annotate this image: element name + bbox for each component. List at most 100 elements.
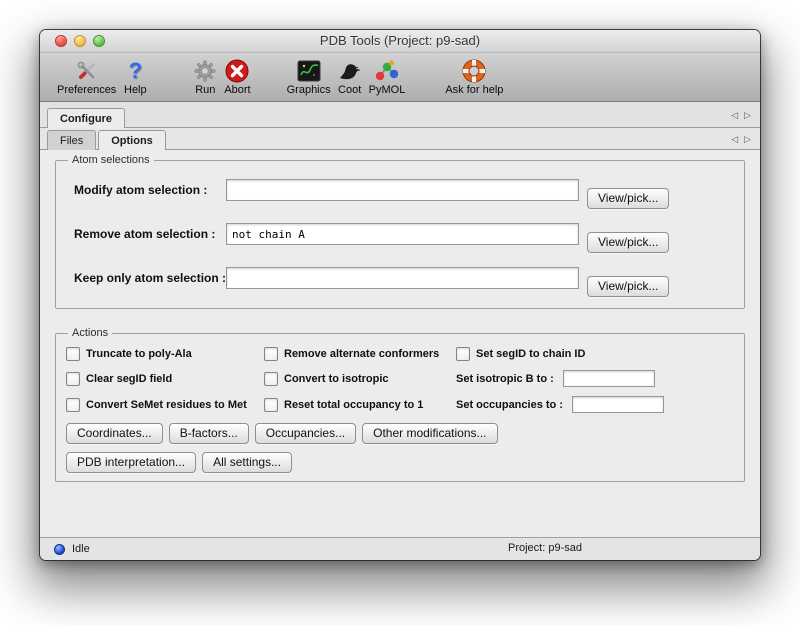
check-reset-total-occupancy: Reset total occupancy to 1 — [264, 398, 456, 412]
configure-tabstrip: Configure ◁ ▷ — [40, 102, 760, 128]
toolbar-label-pymol: PyMOL — [369, 84, 406, 96]
graphics-icon — [296, 58, 322, 84]
occupancies-button[interactable]: Occupancies... — [255, 423, 356, 444]
actions-buttons-row-1: Coordinates... B-factors... Occupancies.… — [66, 423, 734, 444]
remove-alternate-conformers-label: Remove alternate conformers — [284, 348, 439, 360]
set-occupancies-label: Set occupancies to : — [456, 399, 563, 411]
toolbar-label-abort: Abort — [224, 84, 250, 96]
keep-only-atom-selection-label: Keep only atom selection : — [66, 271, 226, 285]
check-convert-semet-to-met: Convert SeMet residues to Met — [66, 398, 264, 412]
actions-buttons-row-2: PDB interpretation... All settings... — [66, 452, 734, 473]
status-text: Idle — [72, 543, 90, 555]
toolbar-button-pymol[interactable]: PyMOL — [366, 57, 409, 97]
toolbar-label-preferences: Preferences — [57, 84, 116, 96]
coordinates-button[interactable]: Coordinates... — [66, 423, 163, 444]
b-factors-button[interactable]: B-factors... — [169, 423, 249, 444]
toolbar-button-run[interactable]: Run — [189, 57, 221, 97]
remove-atom-selection-row: Remove atom selection : View/pick... — [66, 212, 734, 256]
remove-atom-selection-input[interactable] — [226, 223, 579, 245]
remove-view-pick-button[interactable]: View/pick... — [587, 232, 669, 253]
set-isotropic-b-label: Set isotropic B to : — [456, 373, 554, 385]
options-pane: Atom selections Modify atom selection : … — [40, 150, 760, 537]
tab-files[interactable]: Files — [47, 130, 96, 150]
tab-scroll-arrows: ◁ ▷ — [731, 110, 760, 120]
atom-selections-group: Atom selections Modify atom selection : … — [55, 154, 745, 309]
tab-scroll-right-icon[interactable]: ▷ — [744, 110, 751, 120]
toolbar-label-ask-for-help: Ask for help — [445, 84, 503, 96]
set-occupancies-field: Set occupancies to : — [456, 396, 734, 413]
tab-scroll-arrows: ◁ ▷ — [731, 134, 760, 144]
actions-group-title: Actions — [68, 327, 112, 339]
reset-total-occupancy-checkbox[interactable] — [264, 398, 278, 412]
convert-semet-to-met-label: Convert SeMet residues to Met — [86, 399, 247, 411]
reset-total-occupancy-label: Reset total occupancy to 1 — [284, 399, 423, 411]
tab-scroll-left-icon[interactable]: ◁ — [731, 110, 738, 120]
tab-configure[interactable]: Configure — [47, 108, 125, 128]
toolbar-button-ask-for-help[interactable]: Ask for help — [442, 57, 506, 97]
keep-only-atom-selection-input[interactable] — [226, 267, 579, 289]
truncate-poly-ala-label: Truncate to poly-Ala — [86, 348, 192, 360]
status-indicator-icon — [54, 544, 65, 555]
titlebar[interactable]: PDB Tools (Project: p9-sad) — [40, 30, 760, 53]
pdb-interpretation-button[interactable]: PDB interpretation... — [66, 452, 196, 473]
check-clear-segid-field: Clear segID field — [66, 372, 264, 386]
keep-only-view-pick-button[interactable]: View/pick... — [587, 276, 669, 297]
set-segid-to-chain-id-label: Set segID to chain ID — [476, 348, 585, 360]
check-convert-to-isotropic: Convert to isotropic — [264, 372, 456, 386]
atom-selections-group-title: Atom selections — [68, 154, 154, 166]
set-isotropic-b-input[interactable] — [563, 370, 655, 387]
modify-view-pick-button[interactable]: View/pick... — [587, 188, 669, 209]
tab-options[interactable]: Options — [98, 130, 166, 150]
toolbar-label-run: Run — [195, 84, 215, 96]
toolbar-button-coot[interactable]: Coot — [334, 57, 366, 97]
all-settings-button[interactable]: All settings... — [202, 452, 292, 473]
toolbar-label-help: Help — [124, 84, 147, 96]
tab-scroll-left-icon[interactable]: ◁ — [731, 134, 738, 144]
tab-scroll-right-icon[interactable]: ▷ — [744, 134, 751, 144]
set-isotropic-b-field: Set isotropic B to : — [456, 370, 734, 387]
preferences-tools-icon — [74, 58, 100, 84]
truncate-poly-ala-checkbox[interactable] — [66, 347, 80, 361]
help-question-icon: ? — [122, 58, 148, 84]
toolbar-button-graphics[interactable]: Graphics — [284, 57, 334, 97]
tab-configure-label: Configure — [60, 113, 112, 125]
clear-segid-field-checkbox[interactable] — [66, 372, 80, 386]
toolbar-label-coot: Coot — [338, 84, 361, 96]
desktop: PDB Tools (Project: p9-sad) — [0, 0, 800, 625]
convert-to-isotropic-checkbox[interactable] — [264, 372, 278, 386]
clear-segid-field-label: Clear segID field — [86, 373, 172, 385]
coot-bird-icon — [337, 58, 363, 84]
tab-options-label: Options — [111, 135, 153, 147]
other-modifications-button[interactable]: Other modifications... — [362, 423, 497, 444]
remove-atom-selection-label: Remove atom selection : — [66, 227, 226, 241]
actions-group: Actions Truncate to poly-Ala Remove alte… — [55, 327, 745, 482]
run-gear-icon — [192, 58, 218, 84]
toolbar-label-graphics: Graphics — [287, 84, 331, 96]
check-remove-alternate-conformers: Remove alternate conformers — [264, 347, 456, 361]
remove-alternate-conformers-checkbox[interactable] — [264, 347, 278, 361]
check-set-segid-to-chain-id: Set segID to chain ID — [456, 347, 734, 361]
files-options-tabstrip: Files Options ◁ ▷ — [40, 128, 760, 150]
check-truncate-poly-ala: Truncate to poly-Ala — [66, 347, 264, 361]
tab-files-label: Files — [60, 135, 83, 147]
abort-icon — [224, 58, 250, 84]
statusbar: Idle Project: p9-sad — [40, 537, 760, 560]
modify-atom-selection-input[interactable] — [226, 179, 579, 201]
lifebuoy-icon — [461, 58, 487, 84]
pymol-molecule-icon — [374, 58, 400, 84]
convert-semet-to-met-checkbox[interactable] — [66, 398, 80, 412]
convert-to-isotropic-label: Convert to isotropic — [284, 373, 389, 385]
modify-atom-selection-row: Modify atom selection : View/pick... — [66, 168, 734, 212]
pdb-tools-window: PDB Tools (Project: p9-sad) — [40, 30, 760, 560]
toolbar-button-abort[interactable]: Abort — [221, 57, 253, 97]
toolbar: Preferences ? Help — [40, 53, 760, 102]
window-title: PDB Tools (Project: p9-sad) — [40, 33, 760, 48]
keep-only-atom-selection-row: Keep only atom selection : View/pick... — [66, 256, 734, 300]
modify-atom-selection-label: Modify atom selection : — [66, 183, 226, 197]
toolbar-button-help[interactable]: ? Help — [119, 57, 151, 97]
set-occupancies-input[interactable] — [572, 396, 664, 413]
set-segid-to-chain-id-checkbox[interactable] — [456, 347, 470, 361]
toolbar-button-preferences[interactable]: Preferences — [54, 57, 119, 97]
actions-check-grid: Truncate to poly-Ala Remove alternate co… — [66, 341, 734, 413]
project-label: Project: p9-sad — [508, 542, 582, 554]
